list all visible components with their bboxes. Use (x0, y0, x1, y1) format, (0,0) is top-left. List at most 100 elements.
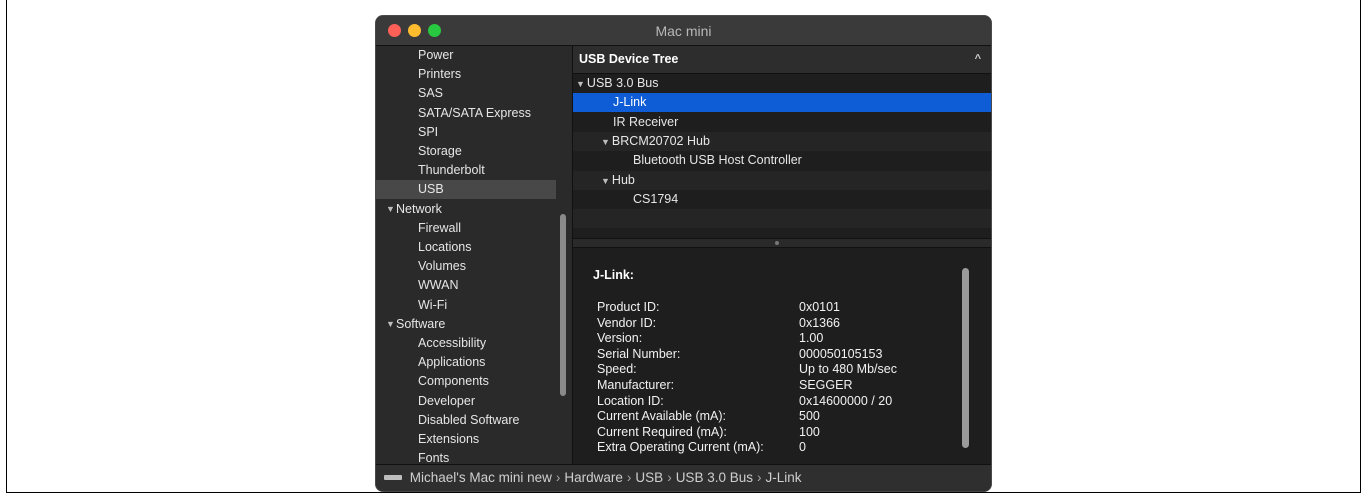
detail-value: 1.00 (799, 331, 824, 346)
detail-value: 0x14600000 / 20 (799, 393, 893, 408)
sidebar-item[interactable]: SPI (376, 123, 556, 142)
tree-row[interactable]: J-Link (573, 93, 991, 113)
sidebar-item-label: Thunderbolt (418, 163, 485, 178)
sidebar-item-label: Power (418, 48, 454, 62)
sidebar-item[interactable]: Components (376, 372, 556, 391)
tree-row[interactable]: IR Receiver (573, 113, 991, 132)
detail-value: 500 (799, 409, 820, 424)
detail-value: 100 (799, 424, 820, 439)
detail-key: Version: (597, 331, 643, 346)
path-bar: Michael's Mac mini new › Hardware › USB › USB … (376, 464, 991, 491)
path-crumb[interactable]: USB 3.0 Bus (676, 470, 753, 485)
path-crumb[interactable]: Michael's Mac mini new (410, 470, 552, 485)
tree-row[interactable]: ▼ USB 3.0 Bus (573, 74, 991, 93)
sidebar-item[interactable]: Disabled Software (376, 411, 556, 430)
tree-row-empty (573, 209, 991, 229)
sidebar-item[interactable]: SAS (376, 84, 556, 103)
sidebar-item[interactable]: SATA/SATA Express (376, 104, 556, 123)
sidebar-item-label: Disabled Software (418, 412, 520, 427)
detail-value: 000050105153 (799, 346, 883, 361)
detail-scrollbar[interactable] (962, 268, 969, 448)
sidebar-item-label: SPI (418, 124, 439, 139)
tree-row-label: CS1794 (633, 191, 679, 206)
sidebar-item[interactable]: WWAN (376, 276, 556, 295)
disclosure-triangle-icon[interactable]: ▼ (386, 315, 395, 334)
disclosure-triangle-icon[interactable]: ▼ (386, 200, 395, 219)
collapse-icon[interactable]: ^ (975, 46, 981, 73)
mac-mini-icon (384, 474, 402, 480)
path-crumb[interactable]: USB (635, 470, 663, 485)
tree-row-label: IR Receiver (613, 114, 679, 129)
sidebar-item-label: Accessibility (418, 336, 487, 350)
sidebar-item-label: Locations (418, 240, 472, 254)
tree-header[interactable]: USB Device Tree ^ (573, 46, 991, 74)
detail-key: Serial Number: (597, 346, 681, 361)
disclosure-triangle-icon[interactable]: ▼ (601, 176, 610, 186)
tree-row-label: Hub (611, 172, 635, 187)
tree-header-label: USB Device Tree (579, 52, 679, 66)
sidebar-item[interactable]: Extensions (376, 430, 556, 449)
splitter-handle-icon[interactable] (775, 241, 779, 245)
sidebar: Power Printers SAS SATA/SATA Express SPI Stor… (376, 46, 572, 464)
detail-value: Up to 480 Mb/sec (799, 362, 897, 377)
sidebar-item[interactable]: Accessibility (376, 334, 556, 353)
chevron-right-icon: › (626, 470, 632, 485)
sidebar-item[interactable]: Volumes (376, 257, 556, 276)
sidebar-item[interactable]: USB (376, 180, 556, 200)
sidebar-item-label: WWAN (418, 278, 459, 293)
tree-row-label: USB 3.0 Bus (586, 76, 659, 90)
tree-row[interactable]: Bluetooth USB Host Controller (573, 151, 991, 170)
detail-title: J-Link: (593, 268, 634, 282)
sidebar-item[interactable]: Printers (376, 65, 556, 84)
tree-row-label: BRCM20702 Hub (611, 133, 710, 148)
sidebar-item[interactable]: Applications (376, 353, 556, 372)
sidebar-item-label: Fonts (418, 451, 450, 464)
sidebar-scrollbar[interactable] (560, 214, 566, 396)
sidebar-item[interactable]: Power (376, 46, 556, 65)
content-pane: USB Device Tree ^ ▼ USB 3.0 Bus J-Link IR R… (573, 46, 991, 464)
sidebar-item-label: Software (396, 316, 446, 331)
sidebar-item[interactable]: Fonts (376, 449, 556, 464)
sidebar-item-label: SATA/SATA Express (418, 105, 531, 120)
path-crumb[interactable]: Hardware (564, 470, 623, 485)
detail-pane: J-Link: Product ID: 0x0101 Vendor ID: 0x136… (573, 256, 991, 464)
detail-key: Speed: (597, 362, 637, 377)
sidebar-category[interactable]: ▼ Network (376, 200, 556, 219)
detail-key: Extra Operating Current (mA): (597, 440, 764, 455)
sidebar-item-label: Extensions (418, 432, 480, 446)
tree-row[interactable]: CS1794 (573, 190, 991, 209)
sidebar-item[interactable]: Wi-Fi (376, 296, 556, 315)
tree-row-label: Bluetooth USB Host Controller (633, 153, 802, 168)
detail-value: SEGGER (799, 378, 853, 392)
path-crumb[interactable]: J-Link (765, 470, 801, 485)
sidebar-item-label: Wi-Fi (418, 297, 448, 312)
sidebar-item-label: Applications (418, 355, 486, 370)
tree-row[interactable]: ▼ Hub (573, 170, 991, 190)
disclosure-triangle-icon[interactable]: ▼ (576, 79, 585, 89)
chevron-right-icon: › (667, 470, 672, 485)
pane-splitter[interactable] (573, 238, 991, 248)
sidebar-item-label: Storage (418, 144, 462, 158)
system-information-window: Mac mini Power Printers SAS SATA/SATA Expre… (376, 16, 991, 491)
disclosure-triangle-icon[interactable]: ▼ (601, 137, 610, 147)
sidebar-item[interactable]: Locations (376, 238, 556, 257)
sidebar-item[interactable]: Storage (376, 142, 556, 161)
sidebar-item-label: Printers (418, 67, 462, 82)
window-title: Mac mini (655, 23, 712, 39)
detail-key: Location ID: (597, 393, 664, 408)
tree-row[interactable]: ▼ BRCM20702 Hub (573, 131, 991, 151)
sidebar-item-label: Network (396, 201, 442, 216)
sidebar-item[interactable]: Firewall (376, 219, 556, 238)
sidebar-category[interactable]: ▼ Software (376, 315, 556, 334)
sidebar-item-label: USB (418, 182, 444, 197)
sidebar-item[interactable]: Developer (376, 392, 556, 411)
sidebar-item-label: Components (418, 374, 489, 389)
sidebar-item-label: Volumes (418, 259, 466, 274)
detail-key: Current Available (mA): (597, 409, 726, 424)
sidebar-item[interactable]: Thunderbolt (376, 161, 556, 180)
detail-key: Current Required (mA): (597, 424, 727, 439)
detail-value: 0x1366 (799, 315, 841, 330)
sidebar-item-label: Developer (418, 393, 475, 408)
sidebar-item-label: SAS (418, 86, 444, 101)
detail-key: Product ID: (597, 300, 660, 314)
